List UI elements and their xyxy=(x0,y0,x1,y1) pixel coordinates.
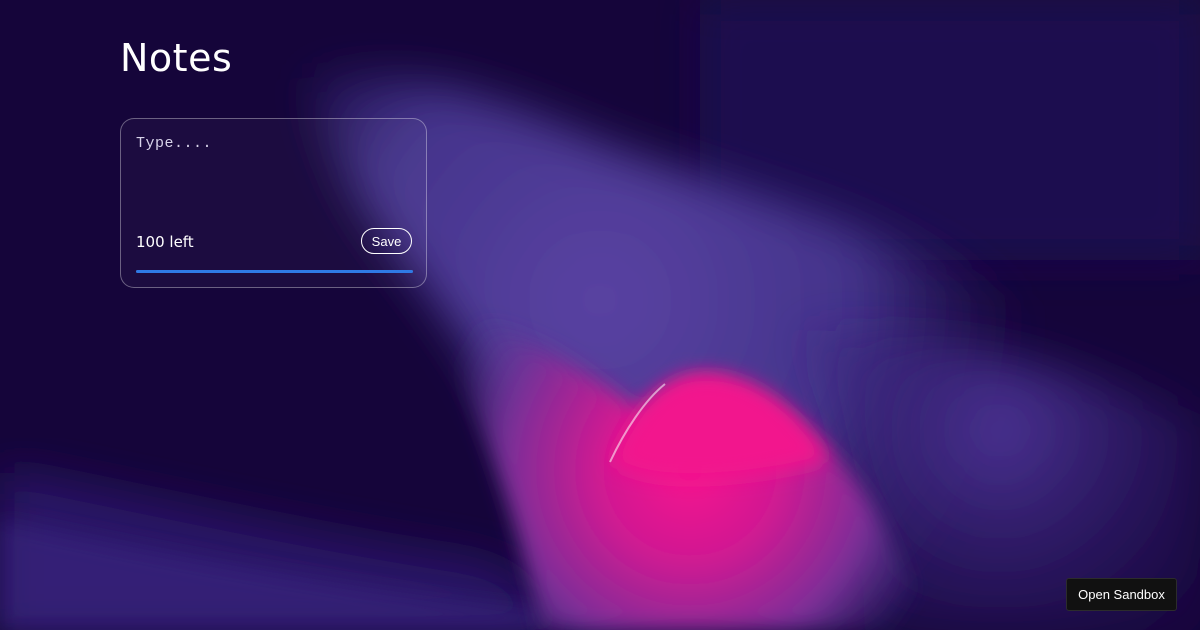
characters-remaining-label: 100 left xyxy=(136,233,194,251)
character-progress-fill xyxy=(136,270,413,273)
note-textarea[interactable] xyxy=(136,135,411,215)
save-button[interactable]: Save xyxy=(361,228,412,254)
notes-page: Notes 100 left Save Open Sandbox xyxy=(0,0,1200,630)
page-title: Notes xyxy=(120,36,233,80)
abstract-wave-background xyxy=(0,0,1200,630)
open-sandbox-button[interactable]: Open Sandbox xyxy=(1066,578,1177,611)
character-progress-bar xyxy=(136,270,413,273)
note-card: 100 left Save xyxy=(120,118,427,288)
